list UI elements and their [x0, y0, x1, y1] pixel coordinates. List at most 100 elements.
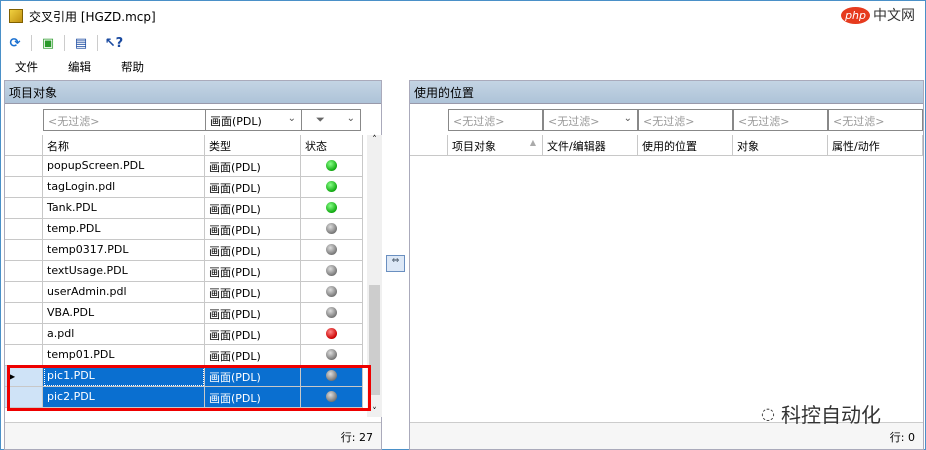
- table-cell-name[interactable]: temp.PDL: [43, 219, 205, 240]
- project-objects-pane: 项目对象 <无过滤> 画面(PDL) ⌄ ⏷ ⌄ 名称 类型 状态 ˄ ˅ popup…: [4, 80, 382, 450]
- row-header[interactable]: [5, 387, 43, 408]
- status-gray-icon: [326, 223, 337, 234]
- menu-file[interactable]: 文件: [9, 59, 44, 75]
- table-cell-name[interactable]: VBA.PDL: [43, 303, 205, 324]
- menu-edit[interactable]: 编辑: [62, 59, 97, 75]
- table-cell-status[interactable]: [301, 261, 363, 282]
- table-cell-status[interactable]: [301, 219, 363, 240]
- column-header-type[interactable]: 类型: [205, 135, 301, 156]
- table-cell-name[interactable]: temp0317.PDL: [43, 240, 205, 261]
- table-cell-status[interactable]: [301, 198, 363, 219]
- status-filter-select[interactable]: ⏷ ⌄: [301, 109, 361, 131]
- usage-locations-pane: 使用的位置 <无过滤> <无过滤> ⌄ <无过滤> <无过滤> <无过滤> 项目对象 ▲ 文件/…: [409, 80, 924, 450]
- table-cell-status[interactable]: [301, 366, 363, 387]
- column-header-label: 项目对象: [452, 140, 496, 153]
- usage-locations-grid: <无过滤> <无过滤> ⌄ <无过滤> <无过滤> <无过滤> 项目对象 ▲ 文件/编辑器 使用的…: [410, 105, 923, 422]
- php-logo: php: [841, 6, 870, 24]
- column-header[interactable]: 文件/编辑器: [543, 135, 638, 156]
- link-button[interactable]: ⇔: [386, 255, 405, 272]
- cross-reference-window: 交叉引用 [HGZD.mcp] php 中文网 ⟳ ▣ ▤ ↖? 文件 编辑 帮助…: [0, 0, 926, 450]
- export-icon[interactable]: ▣: [40, 35, 56, 51]
- usage-filter-input[interactable]: <无过滤>: [733, 109, 828, 131]
- table-cell-type[interactable]: 画面(PDL): [205, 303, 301, 324]
- table-cell-type[interactable]: 画面(PDL): [205, 240, 301, 261]
- help-icon[interactable]: ↖?: [105, 35, 123, 51]
- scroll-up-icon[interactable]: ˄: [367, 135, 382, 145]
- filter-placeholder: <无过滤>: [833, 115, 885, 128]
- refresh-icon[interactable]: ⟳: [7, 35, 23, 51]
- filter-placeholder: <无过滤>: [738, 115, 790, 128]
- status-green-icon: [326, 181, 337, 192]
- row-header[interactable]: [5, 198, 43, 219]
- column-header-label: 属性/动作: [832, 140, 880, 153]
- row-header[interactable]: [5, 261, 43, 282]
- pane-title: 使用的位置: [410, 81, 923, 104]
- table-cell-name[interactable]: pic2.PDL: [43, 387, 205, 408]
- table-cell-status[interactable]: [301, 240, 363, 261]
- column-header[interactable]: 对象: [733, 135, 828, 156]
- column-header-status[interactable]: 状态: [301, 135, 363, 156]
- status-gray-icon: [326, 265, 337, 276]
- column-header[interactable]: 属性/动作: [828, 135, 923, 156]
- status-gray-icon: [326, 391, 337, 402]
- usage-filter-input[interactable]: <无过滤> ⌄: [543, 109, 638, 131]
- table-cell-type[interactable]: 画面(PDL): [205, 177, 301, 198]
- table-cell-status[interactable]: [301, 156, 363, 177]
- row-header[interactable]: [5, 177, 43, 198]
- row-header[interactable]: [5, 219, 43, 240]
- window-title: 交叉引用 [HGZD.mcp]: [29, 9, 156, 24]
- row-header[interactable]: [5, 282, 43, 303]
- table-cell-status[interactable]: [301, 282, 363, 303]
- menu-help[interactable]: 帮助: [115, 59, 150, 75]
- row-header[interactable]: [5, 324, 43, 345]
- table-cell-name[interactable]: a.pdl: [43, 324, 205, 345]
- column-header[interactable]: 使用的位置: [638, 135, 733, 156]
- project-objects-grid: <无过滤> 画面(PDL) ⌄ ⏷ ⌄ 名称 类型 状态 ˄ ˅ popupScree…: [5, 105, 382, 422]
- status-red-icon: [326, 328, 337, 339]
- usage-filter-input[interactable]: <无过滤>: [828, 109, 923, 131]
- table-cell-name[interactable]: temp01.PDL: [43, 345, 205, 366]
- table-cell-name[interactable]: popupScreen.PDL: [43, 156, 205, 177]
- table-cell-name[interactable]: userAdmin.pdl: [43, 282, 205, 303]
- status-gray-icon: [326, 286, 337, 297]
- table-cell-type[interactable]: 画面(PDL): [205, 345, 301, 366]
- column-header[interactable]: 项目对象 ▲: [448, 135, 543, 156]
- table-cell-type[interactable]: 画面(PDL): [205, 156, 301, 177]
- current-row-icon: ▶: [9, 372, 16, 381]
- table-cell-name[interactable]: Tank.PDL: [43, 198, 205, 219]
- row-header-corner: [5, 135, 43, 156]
- column-header-name[interactable]: 名称: [43, 135, 205, 156]
- table-cell-type[interactable]: 画面(PDL): [205, 261, 301, 282]
- table-cell-name[interactable]: tagLogin.pdl: [43, 177, 205, 198]
- row-header[interactable]: [5, 156, 43, 177]
- usage-filter-input[interactable]: <无过滤>: [448, 109, 543, 131]
- table-cell-status[interactable]: [301, 324, 363, 345]
- table-cell-type[interactable]: 画面(PDL): [205, 219, 301, 240]
- row-header[interactable]: [5, 303, 43, 324]
- table-cell-status[interactable]: [301, 345, 363, 366]
- table-cell-name[interactable]: textUsage.PDL: [43, 261, 205, 282]
- table-cell-status[interactable]: [301, 177, 363, 198]
- watermark-bottom-text: 科控自动化: [780, 403, 881, 427]
- table-cell-type[interactable]: 画面(PDL): [205, 282, 301, 303]
- row-header[interactable]: [5, 240, 43, 261]
- table-cell-status[interactable]: [301, 303, 363, 324]
- table-cell-name[interactable]: pic1.PDL: [43, 366, 205, 387]
- vertical-scrollbar[interactable]: ˄ ˅: [367, 135, 382, 417]
- scroll-thumb[interactable]: [369, 285, 380, 395]
- sort-asc-icon: ▲: [529, 138, 536, 147]
- type-filter-select[interactable]: 画面(PDL) ⌄: [205, 109, 302, 131]
- row-header-corner: [410, 135, 448, 156]
- row-header[interactable]: ▶: [5, 366, 43, 387]
- table-cell-status[interactable]: [301, 387, 363, 408]
- usage-filter-input[interactable]: <无过滤>: [638, 109, 733, 131]
- scroll-down-icon[interactable]: ˅: [367, 407, 382, 417]
- row-header[interactable]: [5, 345, 43, 366]
- table-cell-type[interactable]: 画面(PDL): [205, 324, 301, 345]
- table-cell-type[interactable]: 画面(PDL): [205, 366, 301, 387]
- name-filter-input[interactable]: <无过滤>: [43, 109, 206, 131]
- print-icon[interactable]: ▤: [73, 35, 89, 51]
- left-row-count: 行: 27: [5, 422, 381, 449]
- table-cell-type[interactable]: 画面(PDL): [205, 387, 301, 408]
- table-cell-type[interactable]: 画面(PDL): [205, 198, 301, 219]
